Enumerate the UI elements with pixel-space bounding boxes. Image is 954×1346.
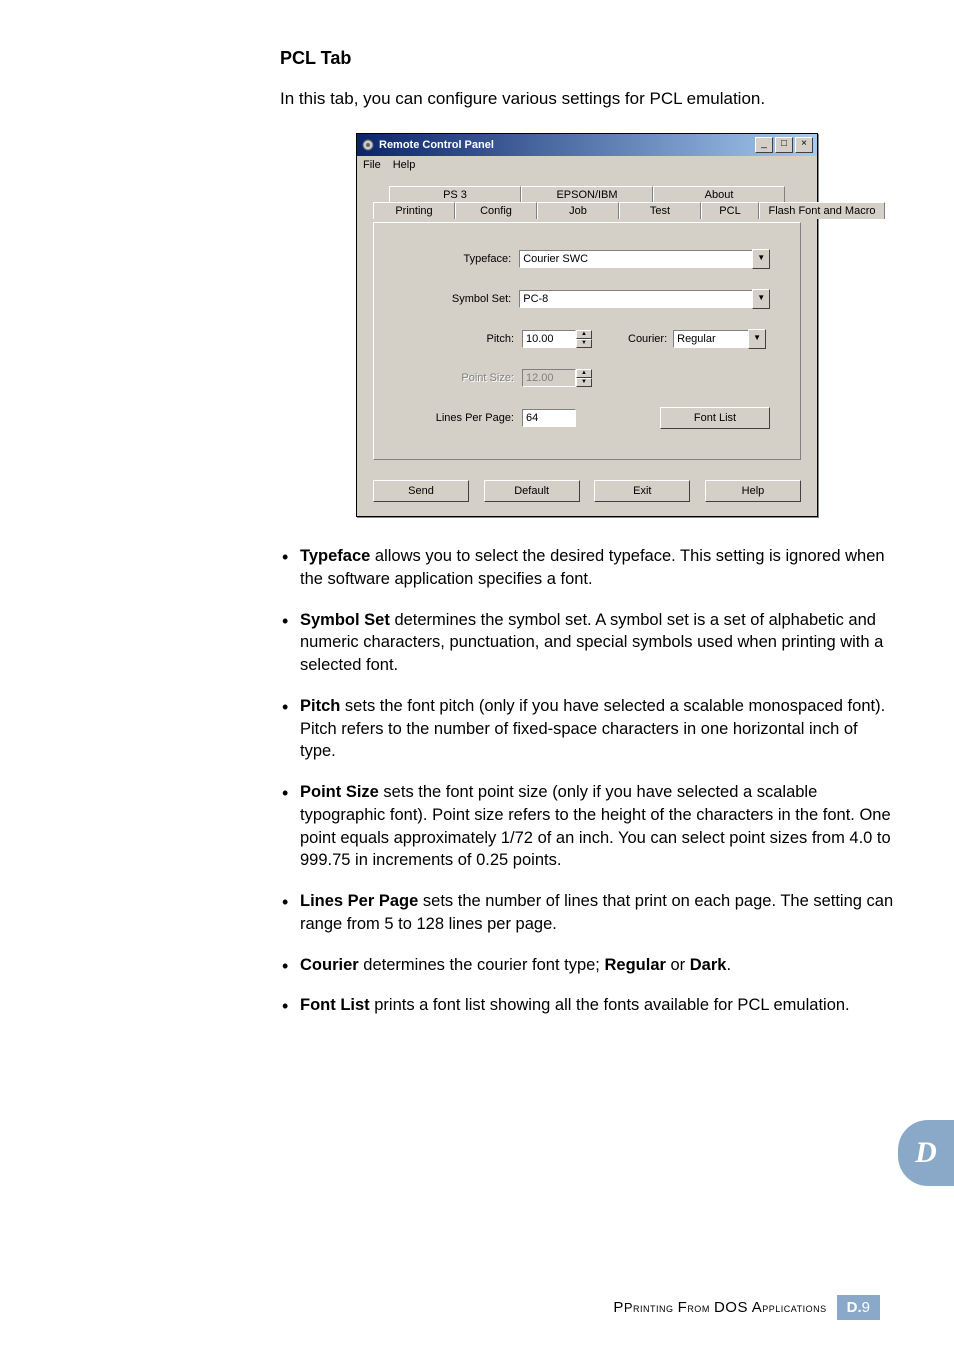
tab-about[interactable]: About [653, 186, 785, 203]
list-item: Point Size sets the font point size (onl… [280, 781, 894, 872]
pitch-input[interactable] [522, 330, 576, 348]
tab-printing[interactable]: Printing [373, 202, 455, 219]
page-footer: PPrinting From DOS Applications D.9 [613, 1295, 880, 1320]
app-icon [361, 138, 375, 152]
intro-text: In this tab, you can configure various s… [280, 89, 894, 109]
lpp-input[interactable] [522, 409, 576, 427]
tab-strip: PS 3 EPSON/IBM About Printing Config Job… [373, 186, 801, 222]
lpp-label: Lines Per Page: [404, 412, 522, 424]
courier-select[interactable] [673, 330, 749, 348]
section-side-tab: D [898, 1120, 954, 1186]
tab-panel: Typeface: ▼ Symbol Set: ▼ Pitch: ▲▼ Cour… [373, 222, 801, 460]
page-number: D.9 [837, 1295, 880, 1320]
tab-pcl[interactable]: PCL [701, 202, 759, 219]
symbolset-select[interactable] [519, 290, 753, 308]
typeface-select[interactable] [519, 250, 753, 268]
pointsize-stepper: ▲▼ [576, 369, 592, 387]
footer-text: PPrinting From DOS Applications [613, 1299, 826, 1316]
tab-flashfont[interactable]: Flash Font and Macro [759, 202, 885, 219]
tab-job[interactable]: Job [537, 202, 619, 219]
tab-ps3[interactable]: PS 3 [389, 186, 521, 203]
courier-label: Courier: [628, 333, 667, 345]
chevron-down-icon[interactable]: ▼ [752, 249, 770, 269]
tab-test[interactable]: Test [619, 202, 701, 219]
send-button[interactable]: Send [373, 480, 469, 502]
section-heading: PCL Tab [280, 48, 894, 69]
typeface-label: Typeface: [404, 253, 519, 265]
bullet-list: Typeface allows you to select the desire… [280, 545, 894, 1017]
maximize-button[interactable]: □ [775, 137, 793, 153]
close-button[interactable]: × [795, 137, 813, 153]
tab-epsonibm[interactable]: EPSON/IBM [521, 186, 653, 203]
dialog-window: Remote Control Panel _ □ × File Help PS … [356, 133, 818, 517]
chevron-down-icon[interactable]: ▼ [752, 289, 770, 309]
exit-button[interactable]: Exit [594, 480, 690, 502]
chevron-down-icon[interactable]: ▼ [748, 329, 766, 349]
list-item: Pitch sets the font pitch (only if you h… [280, 695, 894, 763]
minimize-button[interactable]: _ [755, 137, 773, 153]
menu-help[interactable]: Help [393, 159, 416, 171]
pitch-label: Pitch: [404, 333, 522, 345]
window-title: Remote Control Panel [379, 139, 494, 151]
help-button[interactable]: Help [705, 480, 801, 502]
list-item: Lines Per Page sets the number of lines … [280, 890, 894, 936]
list-item: Typeface allows you to select the desire… [280, 545, 894, 591]
pointsize-label: Point Size: [404, 372, 522, 384]
menu-file[interactable]: File [363, 159, 381, 171]
fontlist-button[interactable]: Font List [660, 407, 770, 429]
title-bar: Remote Control Panel _ □ × [357, 134, 817, 156]
list-item: Symbol Set determines the symbol set. A … [280, 609, 894, 677]
list-item: Courier determines the courier font type… [280, 954, 894, 977]
list-item: Font List prints a font list showing all… [280, 994, 894, 1017]
pitch-stepper[interactable]: ▲▼ [576, 330, 592, 348]
tab-config[interactable]: Config [455, 202, 537, 219]
menu-bar: File Help [357, 156, 817, 174]
pointsize-input [522, 369, 576, 387]
symbolset-label: Symbol Set: [404, 293, 519, 305]
default-button[interactable]: Default [484, 480, 580, 502]
